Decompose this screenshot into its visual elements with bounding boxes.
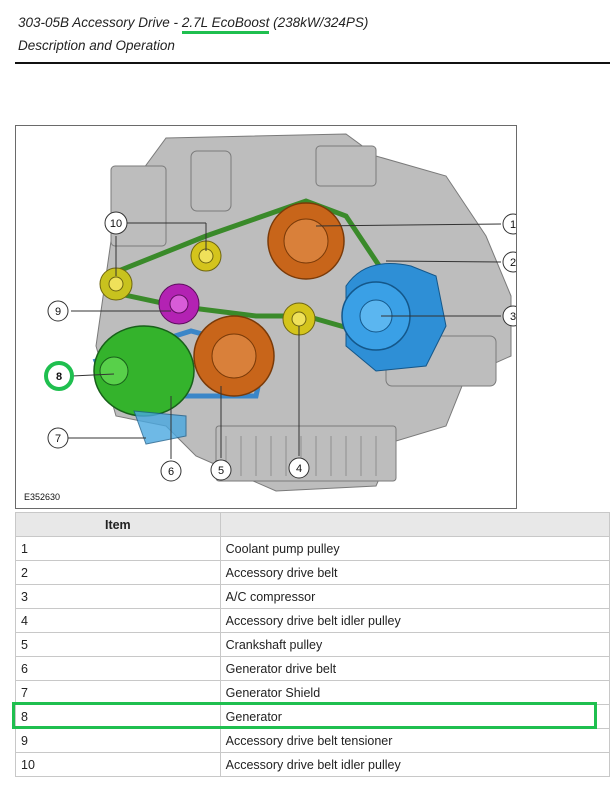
item-number: 7 [15,680,221,705]
header-divider [15,62,610,64]
item-description: Accessory drive belt [219,560,610,585]
description-column-header [219,512,610,537]
table-row: 7 Generator Shield [15,680,610,705]
generator-row-highlight [12,702,597,729]
item-description: Coolant pump pulley [219,536,610,561]
callout-10-label: 10 [110,218,122,230]
callout-9-label: 9 [55,306,61,318]
item-number: 2 [15,560,221,585]
callout-7-label: 7 [55,433,61,445]
title-suffix: (238kW/324PS) [269,15,369,30]
callout-8-label: 8 [56,371,62,383]
table-row: 5 Crankshaft pulley [15,632,610,657]
callout-6-label: 6 [168,466,174,478]
title-engine-highlight: 2.7L EcoBoost [181,15,270,34]
item-number: 6 [15,656,221,681]
item-number: 9 [15,728,221,753]
item-table: Item 1 Coolant pump pulley 2 Accessory dri… [15,512,610,777]
table-row: 3 A/C compressor [15,584,610,609]
document-subtitle: Description and Operation [18,38,175,53]
item-description: Accessory drive belt idler pulley [219,752,610,777]
callout-5-label: 5 [218,465,224,477]
table-row: 6 Generator drive belt [15,656,610,681]
item-number: 3 [15,584,221,609]
table-row: 9 Accessory drive belt tensioner [15,728,610,753]
item-description: A/C compressor [219,584,610,609]
engine-drawing: 1 2 3 4 5 6 7 8 9 10 [44,133,516,492]
table-row: 1 Coolant pump pulley [15,536,610,561]
item-description: Generator Shield [219,680,610,705]
item-description: Crankshaft pulley [219,632,610,657]
item-description: Accessory drive belt tensioner [219,728,610,753]
callout-4-label: 4 [296,463,302,475]
table-header-row: Item [15,512,610,537]
title-prefix: 303-05B Accessory Drive - [18,15,182,30]
table-row: 10 Accessory drive belt idler pulley [15,752,610,777]
table-row: 4 Accessory drive belt idler pulley [15,608,610,633]
item-description: Generator drive belt [219,656,610,681]
item-description: Accessory drive belt idler pulley [219,608,610,633]
document-title: 303-05B Accessory Drive - 2.7L EcoBoost … [18,15,369,34]
item-number: 4 [15,608,221,633]
figure-code: E352630 [24,492,61,502]
table-row: 2 Accessory drive belt [15,560,610,585]
item-number: 10 [15,752,221,777]
callout-2-label: 2 [510,257,516,269]
item-column-header: Item [15,512,221,537]
item-number: 1 [15,536,221,561]
engine-illustration: 1 2 3 4 5 6 7 8 9 10 E352630 [15,125,517,509]
callout-1-label: 1 [510,219,516,231]
callout-3-label: 3 [510,311,516,323]
item-number: 5 [15,632,221,657]
